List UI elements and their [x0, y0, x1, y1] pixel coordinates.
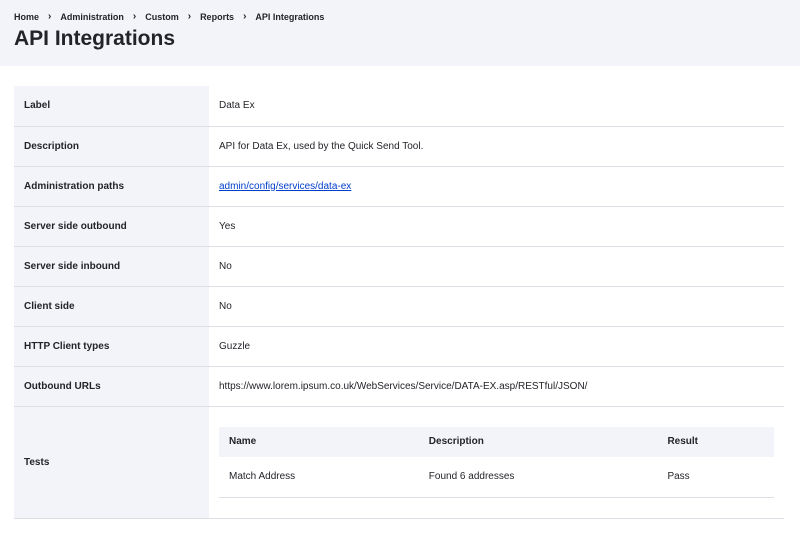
- details-row-tests: Tests Name Description Result Match Addr…: [14, 406, 784, 519]
- row-label: Tests: [14, 406, 209, 519]
- row-label: Server side outbound: [14, 206, 209, 247]
- details-row-admin-paths: Administration paths admin/config/servic…: [14, 166, 784, 207]
- row-label: Administration paths: [14, 166, 209, 207]
- row-label: HTTP Client types: [14, 326, 209, 367]
- row-label: Outbound URLs: [14, 366, 209, 407]
- tests-header-row: Name Description Result: [219, 426, 774, 457]
- breadcrumb-separator-icon: ›: [132, 11, 137, 22]
- breadcrumb-home[interactable]: Home: [14, 12, 39, 22]
- breadcrumb: Home › Administration › Custom › Reports…: [14, 10, 786, 24]
- details-row-description: Description API for Data Ex, used by the…: [14, 126, 784, 167]
- details-row-server-inbound: Server side inbound No: [14, 246, 784, 287]
- row-value: Guzzle: [209, 326, 784, 367]
- column-header-description: Description: [418, 426, 658, 457]
- tests-table: Name Description Result Match Address Fo…: [219, 426, 774, 498]
- row-value: Data Ex: [209, 86, 784, 127]
- breadcrumb-separator-icon: ›: [243, 11, 247, 22]
- breadcrumb-custom[interactable]: Custom: [145, 12, 179, 22]
- details-row-label: Label Data Ex: [14, 86, 784, 127]
- details-row-server-outbound: Server side outbound Yes: [14, 206, 784, 247]
- breadcrumb-administration[interactable]: Administration: [60, 12, 124, 22]
- details-row-client-side: Client side No: [14, 286, 784, 327]
- breadcrumb-reports[interactable]: Reports: [200, 12, 234, 22]
- breadcrumb-separator-icon: ›: [48, 11, 52, 22]
- row-label: Description: [14, 126, 209, 167]
- admin-path-link[interactable]: admin/config/services/data-ex: [219, 181, 351, 192]
- row-value: https://www.lorem.ipsum.co.uk/WebService…: [209, 366, 784, 407]
- row-value: API for Data Ex, used by the Quick Send …: [209, 126, 784, 167]
- details-row-outbound-urls: Outbound URLs https://www.lorem.ipsum.co…: [14, 366, 784, 407]
- row-value: No: [209, 246, 784, 287]
- row-label: Client side: [14, 286, 209, 327]
- column-header-name: Name: [219, 426, 419, 457]
- table-row: Match Address Found 6 addresses Pass: [219, 456, 774, 498]
- page-header: Home › Administration › Custom › Reports…: [0, 0, 800, 66]
- row-value: Name Description Result Match Address Fo…: [209, 406, 784, 519]
- row-value: Yes: [209, 206, 784, 247]
- test-name: Match Address: [219, 456, 419, 498]
- page-title: API Integrations: [14, 27, 176, 50]
- details-row-http-client-types: HTTP Client types Guzzle: [14, 326, 784, 367]
- main-content: Label Data Ex Description API for Data E…: [14, 86, 784, 519]
- breadcrumb-api-integrations[interactable]: API Integrations: [255, 12, 324, 22]
- details-table: Label Data Ex Description API for Data E…: [14, 86, 784, 519]
- test-result: Pass: [657, 456, 774, 498]
- row-label: Server side inbound: [14, 246, 209, 287]
- row-label: Label: [14, 86, 209, 127]
- row-value: No: [209, 286, 784, 327]
- test-description: Found 6 addresses: [418, 456, 658, 498]
- column-header-result: Result: [657, 426, 774, 457]
- row-value: admin/config/services/data-ex: [209, 166, 784, 207]
- breadcrumb-separator-icon: ›: [187, 11, 192, 22]
